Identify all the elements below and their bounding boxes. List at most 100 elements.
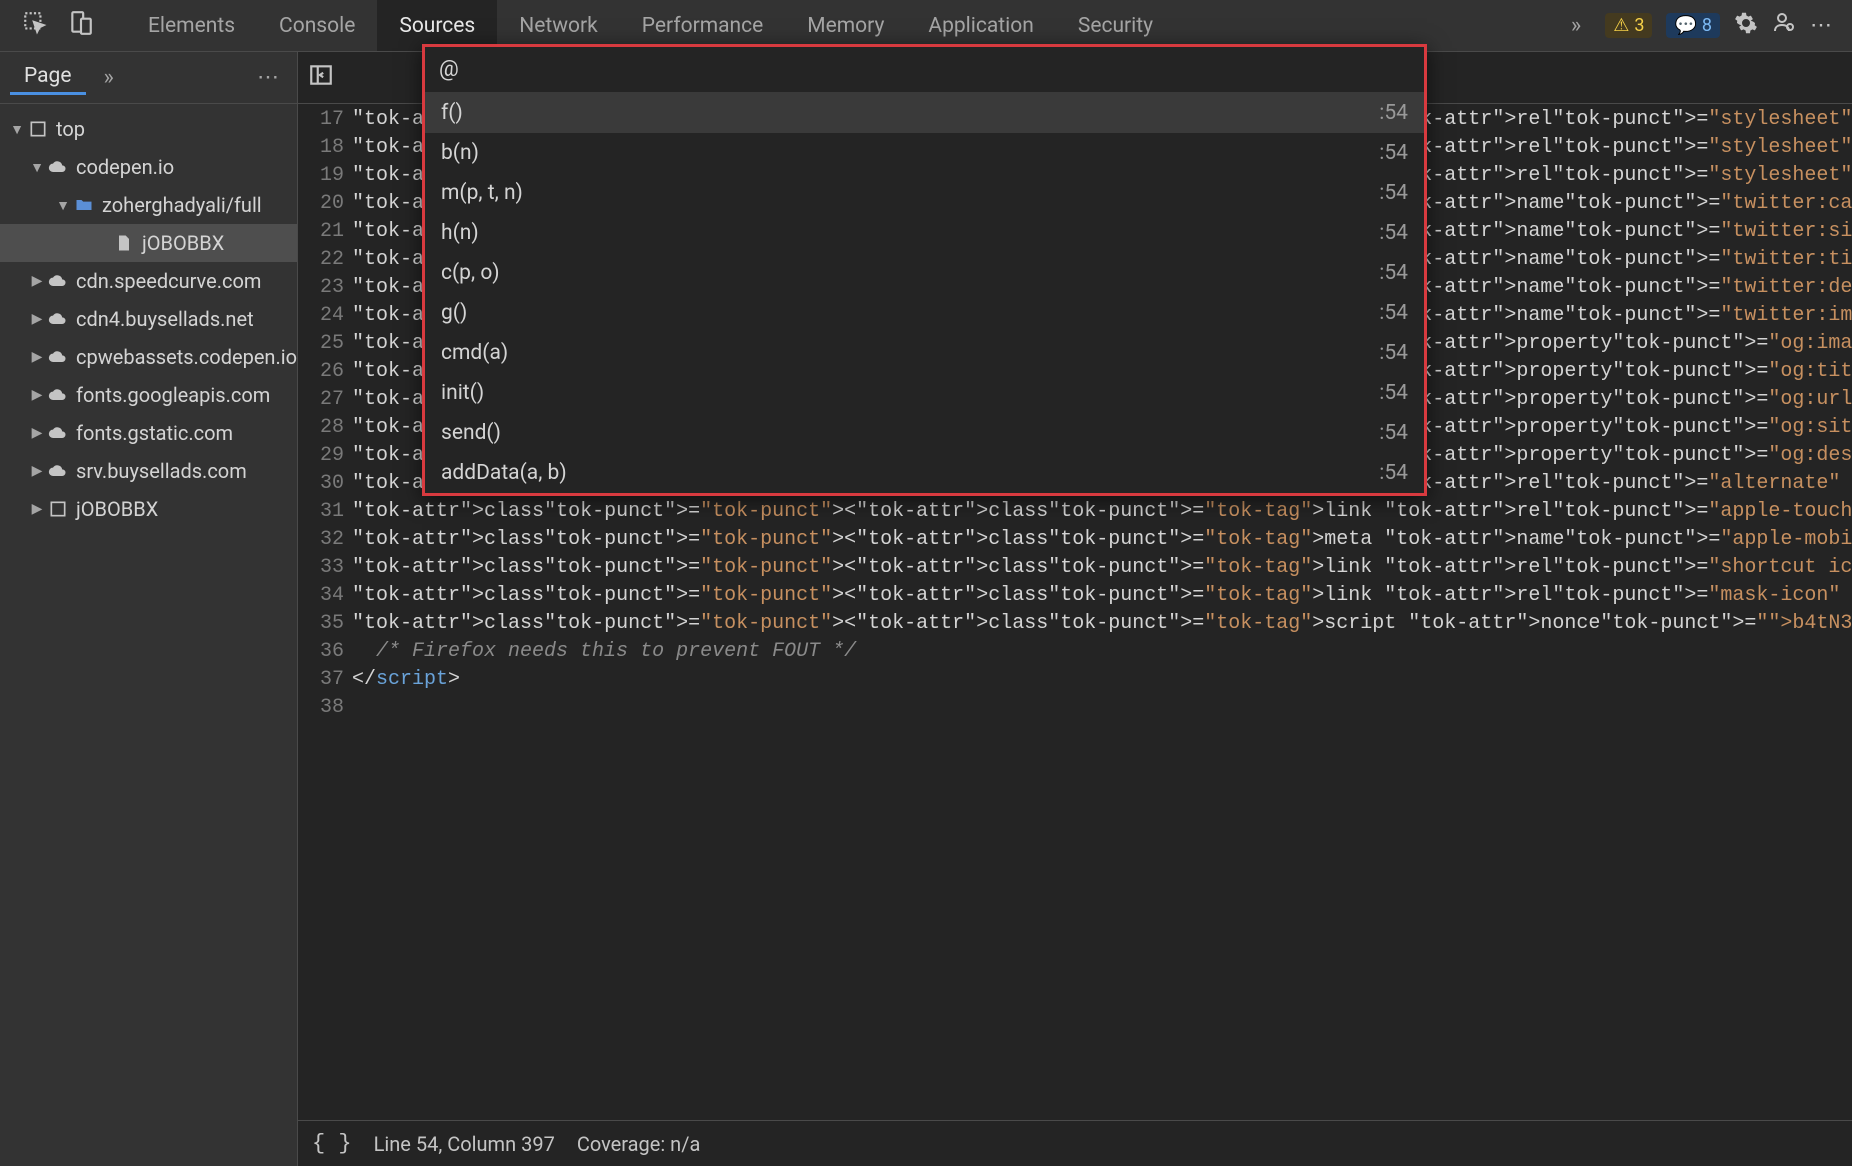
tree-item[interactable]: ▶ jOBOBBX <box>0 490 297 528</box>
symbol-result[interactable]: f() :54 <box>425 93 1424 133</box>
page-tab[interactable]: Page <box>10 60 86 95</box>
main-tab-console[interactable]: Console <box>257 0 377 51</box>
tree-arrow-icon: ▶ <box>28 463 46 479</box>
tree-arrow-icon: ▶ <box>28 273 46 289</box>
tree-item-label: jOBOBBX <box>76 497 158 521</box>
tree-item-label: fonts.gstatic.com <box>76 421 233 445</box>
symbol-result[interactable]: b(n):54 <box>425 133 1424 173</box>
symbol-label: b(n) <box>441 141 479 165</box>
symbol-result[interactable]: init():54 <box>425 373 1424 413</box>
tree-arrow-icon: ▼ <box>54 197 72 214</box>
message-icon: 💬 <box>1674 15 1696 36</box>
warn-icon: ⚠ <box>1613 15 1629 36</box>
symbol-line: :54 <box>1379 461 1408 485</box>
coverage-status: Coverage: n/a <box>577 1132 701 1156</box>
account-icon[interactable] <box>1772 11 1796 40</box>
sidebar-tabs-overflow-icon[interactable]: » <box>104 65 114 90</box>
tree-item[interactable]: ▶ srv.buysellads.com <box>0 452 297 490</box>
symbol-result[interactable]: addData(a, b) :54 <box>425 453 1424 493</box>
frame-icon <box>26 119 50 139</box>
symbol-label: send() <box>441 421 501 445</box>
tree-arrow-icon: ▶ <box>28 501 46 517</box>
tree-item[interactable]: jOBOBBX <box>0 224 297 262</box>
toggle-navigator-icon[interactable] <box>308 62 334 93</box>
goto-symbol-popup: @ f():54b(n):54m(p, t, n):54h(n):54c(p, … <box>422 44 1427 496</box>
tree-item[interactable]: ▶ cdn4.buysellads.net <box>0 300 297 338</box>
cloud-icon <box>46 385 70 405</box>
symbol-line: :54 <box>1379 101 1408 125</box>
goto-symbol-input[interactable]: @ <box>425 47 1424 93</box>
tree-item[interactable]: ▶ fonts.googleapis.com <box>0 376 297 414</box>
symbol-line: :54 <box>1379 261 1408 285</box>
cloud-icon <box>46 271 70 291</box>
tree-item-label: fonts.googleapis.com <box>76 383 270 407</box>
symbol-label: h(n) <box>441 221 479 245</box>
symbol-line: :54 <box>1379 301 1408 325</box>
editor-status-bar: { } Line 54, Column 397 Coverage: n/a <box>298 1120 1852 1166</box>
cursor-position: Line 54, Column 397 <box>374 1132 555 1156</box>
tree-item-label: top <box>56 117 85 141</box>
more-icon[interactable]: ⋯ <box>1810 13 1832 38</box>
symbol-result[interactable]: m(p, t, n) :54 <box>425 173 1424 213</box>
tree-item-label: cdn4.buysellads.net <box>76 307 254 331</box>
tree-arrow-icon: ▶ <box>28 311 46 327</box>
file-icon <box>112 233 136 253</box>
file-tree: ▼ top ▼ codepen.io ▼ zoherghadyali/full jOBOBB… <box>0 104 297 534</box>
symbol-line: :54 <box>1379 221 1408 245</box>
tree-arrow-icon: ▶ <box>28 387 46 403</box>
tree-item[interactable]: ▶ cpwebassets.codepen.io <box>0 338 297 376</box>
symbol-label: init() <box>441 381 484 405</box>
symbol-result[interactable]: g() :54 <box>425 293 1424 333</box>
cloud-icon <box>46 157 70 177</box>
inspect-icon[interactable] <box>22 10 48 41</box>
symbol-result[interactable]: cmd(a) :54 <box>425 333 1424 373</box>
symbol-result[interactable]: h(n) :54 <box>425 213 1424 253</box>
device-toggle-icon[interactable] <box>68 10 94 41</box>
info-count: 8 <box>1702 15 1712 36</box>
symbol-line: :54 <box>1379 341 1408 365</box>
tree-arrow-icon: ▼ <box>8 121 26 138</box>
line-gutter: 1718192021222324252627282930313233343536… <box>298 104 352 1120</box>
tree-item-label: jOBOBBX <box>142 231 224 255</box>
warn-count: 3 <box>1634 15 1644 36</box>
tree-arrow-icon: ▼ <box>28 159 46 176</box>
symbol-label: c(p, o) <box>441 261 500 285</box>
tree-item-label: codepen.io <box>76 155 174 179</box>
symbol-label: f() <box>441 101 463 125</box>
tree-item-label: cdn.speedcurve.com <box>76 269 261 293</box>
symbol-label: m(p, t, n) <box>441 181 523 205</box>
messages-badge[interactable]: 💬 8 <box>1666 13 1720 38</box>
pretty-print-icon[interactable]: { } <box>312 1131 352 1156</box>
symbol-result[interactable]: c(p, o) :54 <box>425 253 1424 293</box>
tree-item[interactable]: ▼ codepen.io <box>0 148 297 186</box>
tree-arrow-icon: ▶ <box>28 349 46 365</box>
sidebar-more-icon[interactable]: ⋯ <box>257 65 279 90</box>
symbol-label: cmd(a) <box>441 341 508 365</box>
goto-symbol-results: f():54b(n):54m(p, t, n):54h(n):54c(p, o)… <box>425 93 1424 493</box>
settings-icon[interactable] <box>1734 11 1758 40</box>
tree-item[interactable]: ▼ top <box>0 110 297 148</box>
frame-icon <box>46 499 70 519</box>
tree-item-label: srv.buysellads.com <box>76 459 247 483</box>
cloud-icon <box>46 309 70 329</box>
symbol-line: :54 <box>1379 181 1408 205</box>
sidebar-tabs: Page » ⋯ <box>0 52 297 104</box>
main-tab-elements[interactable]: Elements <box>126 0 257 51</box>
symbol-result[interactable]: send() :54 <box>425 413 1424 453</box>
sources-sidebar: Page » ⋯ ▼ top ▼ codepen.io ▼ zoherghadyali/f… <box>0 52 298 1166</box>
cloud-icon <box>46 423 70 443</box>
tabs-overflow-icon[interactable]: » <box>1557 13 1595 38</box>
symbol-label: g() <box>441 301 467 325</box>
folder-icon <box>72 195 96 215</box>
tree-item-label: cpwebassets.codepen.io <box>76 345 297 369</box>
warnings-badge[interactable]: ⚠ 3 <box>1605 13 1652 38</box>
tree-item[interactable]: ▼ zoherghadyali/full <box>0 186 297 224</box>
symbol-label: addData(a, b) <box>441 461 567 485</box>
cloud-icon <box>46 347 70 367</box>
tree-item-label: zoherghadyali/full <box>102 193 262 217</box>
tree-item[interactable]: ▶ cdn.speedcurve.com <box>0 262 297 300</box>
symbol-line: :54 <box>1379 421 1408 445</box>
top-left-controls <box>10 10 106 41</box>
cloud-icon <box>46 461 70 481</box>
tree-item[interactable]: ▶fonts.gstatic.com <box>0 414 297 452</box>
